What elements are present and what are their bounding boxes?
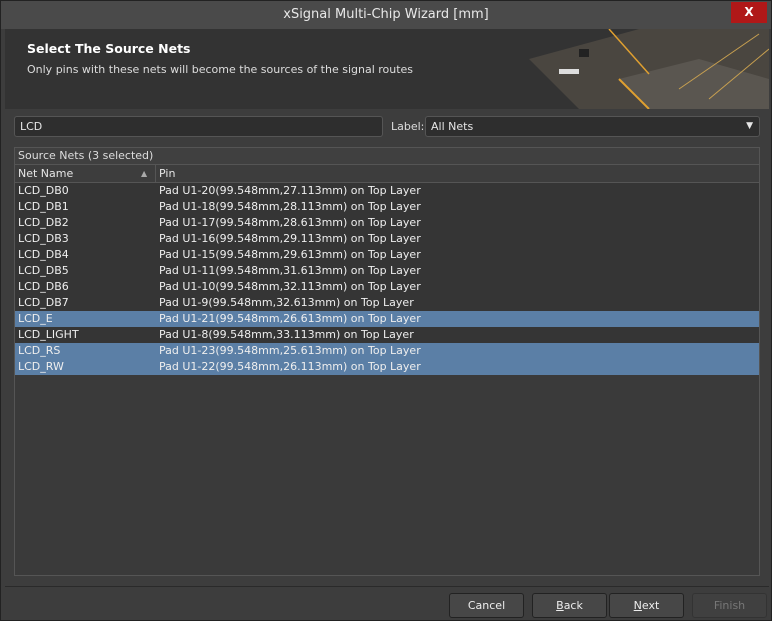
table-row[interactable]: LCD_DB4 Pad U1-15(99.548mm,29.613mm) on T…: [15, 247, 759, 263]
page-subtitle: Only pins with these nets will become th…: [27, 63, 414, 76]
net-name-cell: LCD_DB2: [18, 216, 69, 229]
net-name-cell: LCD_DB0: [18, 184, 69, 197]
table-row[interactable]: LCD_DB0 Pad U1-20(99.548mm,27.113mm) on T…: [15, 183, 759, 199]
pin-cell: Pad U1-17(99.548mm,28.613mm) on Top Laye…: [159, 216, 421, 229]
net-name-cell: LCD_DB6: [18, 280, 69, 293]
label-caption: Label:: [391, 120, 425, 133]
next-label: ext: [641, 599, 660, 612]
next-button[interactable]: Next: [609, 593, 684, 618]
net-name-cell: LCD_E: [18, 312, 53, 325]
table-row[interactable]: LCD_DB3 Pad U1-16(99.548mm,29.113mm) on T…: [15, 231, 759, 247]
pcb-illustration-icon: [529, 29, 769, 109]
pin-cell: Pad U1-15(99.548mm,29.613mm) on Top Laye…: [159, 248, 421, 261]
source-nets-table: Source Nets (3 selected) Net Name ▲ Pin …: [14, 147, 760, 576]
table-row[interactable]: LCD_DB7 Pad U1-9(99.548mm,32.613mm) on To…: [15, 295, 759, 311]
pin-cell: Pad U1-18(99.548mm,28.113mm) on Top Laye…: [159, 200, 421, 213]
chevron-down-icon: ▼: [746, 121, 753, 131]
net-name-cell: LCD_LIGHT: [18, 328, 79, 341]
net-name-cell: LCD_DB7: [18, 296, 69, 309]
net-filter-input[interactable]: LCD: [14, 116, 383, 137]
close-button[interactable]: X: [731, 2, 767, 23]
table-row[interactable]: LCD_RS Pad U1-23(99.548mm,25.613mm) on To…: [15, 343, 759, 359]
group-header: Source Nets (3 selected): [15, 148, 759, 165]
title-bar: xSignal Multi-Chip Wizard [mm] X: [1, 1, 771, 29]
next-mnemonic: N: [633, 599, 642, 612]
column-header-net-name[interactable]: Net Name: [18, 165, 73, 182]
column-header-pin[interactable]: Pin: [159, 165, 175, 182]
window-title: xSignal Multi-Chip Wizard [mm]: [283, 7, 489, 22]
net-name-cell: LCD_DB4: [18, 248, 69, 261]
table-row[interactable]: LCD_DB5 Pad U1-11(99.548mm,31.613mm) on T…: [15, 263, 759, 279]
table-row[interactable]: LCD_E Pad U1-21(99.548mm,26.613mm) on Top…: [15, 311, 759, 327]
table-row[interactable]: LCD_LIGHT Pad U1-8(99.548mm,33.113mm) on …: [15, 327, 759, 343]
table-row[interactable]: LCD_DB1 Pad U1-18(99.548mm,28.113mm) on T…: [15, 199, 759, 215]
net-name-cell: LCD_DB5: [18, 264, 69, 277]
back-mnemonic: B: [556, 599, 564, 612]
pin-cell: Pad U1-10(99.548mm,32.113mm) on Top Laye…: [159, 280, 421, 293]
table-row[interactable]: LCD_DB6 Pad U1-10(99.548mm,32.113mm) on T…: [15, 279, 759, 295]
net-name-cell: LCD_DB3: [18, 232, 69, 245]
pin-cell: Pad U1-11(99.548mm,31.613mm) on Top Laye…: [159, 264, 421, 277]
finish-button[interactable]: Finish: [692, 593, 767, 618]
label-dropdown[interactable]: All Nets ▼: [425, 116, 760, 137]
sort-ascending-icon: ▲: [141, 169, 148, 178]
wizard-banner: Select The Source Nets Only pins with th…: [5, 29, 769, 109]
cancel-button[interactable]: Cancel: [449, 593, 524, 618]
pin-cell: Pad U1-20(99.548mm,27.113mm) on Top Laye…: [159, 184, 421, 197]
net-name-cell: LCD_RW: [18, 360, 64, 373]
table-row[interactable]: LCD_RW Pad U1-22(99.548mm,26.113mm) on To…: [15, 359, 759, 375]
pin-cell: Pad U1-9(99.548mm,32.613mm) on Top Layer: [159, 296, 414, 309]
pin-cell: Pad U1-8(99.548mm,33.113mm) on Top Layer: [159, 328, 414, 341]
pin-cell: Pad U1-22(99.548mm,26.113mm) on Top Laye…: [159, 360, 421, 373]
pin-cell: Pad U1-16(99.548mm,29.113mm) on Top Laye…: [159, 232, 421, 245]
page-title: Select The Source Nets: [27, 41, 191, 56]
table-header: Net Name ▲ Pin: [15, 165, 759, 183]
wizard-window: xSignal Multi-Chip Wizard [mm] X Select …: [0, 0, 772, 621]
net-name-cell: LCD_RS: [18, 344, 61, 357]
pin-cell: Pad U1-23(99.548mm,25.613mm) on Top Laye…: [159, 344, 421, 357]
back-button[interactable]: Back: [532, 593, 607, 618]
label-dropdown-value: All Nets: [431, 120, 474, 133]
net-name-cell: LCD_DB1: [18, 200, 69, 213]
back-label: ack: [563, 599, 583, 612]
footer-divider: [5, 586, 769, 587]
table-row[interactable]: LCD_DB2 Pad U1-17(99.548mm,28.613mm) on T…: [15, 215, 759, 231]
pin-cell: Pad U1-21(99.548mm,26.613mm) on Top Laye…: [159, 312, 421, 325]
